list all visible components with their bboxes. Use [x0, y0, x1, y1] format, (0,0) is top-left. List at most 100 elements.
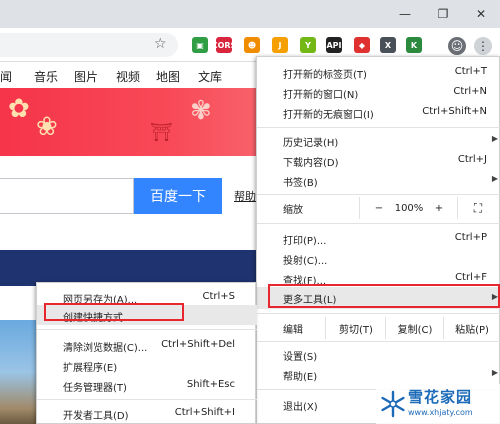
menu-item-label: 打开新的标签页(T): [283, 70, 367, 81]
title-bar: — ❐ ✕: [0, 0, 500, 28]
nav-map[interactable]: 地图: [156, 68, 180, 85]
extension-j-icon[interactable]: J: [272, 37, 288, 53]
extension-cat-icon[interactable]: ☻: [244, 37, 260, 53]
bookmark-star-icon[interactable]: ☆: [154, 36, 167, 52]
flower-decoration-icon: ✾: [190, 96, 212, 126]
menu-item-settings[interactable]: 设置(S): [257, 345, 500, 365]
minimize-button[interactable]: —: [386, 0, 424, 28]
menu-item-bookmarks[interactable]: 书签(B) ▶: [257, 171, 500, 191]
menu-item-print[interactable]: 打印(P)... Ctrl+P: [257, 229, 500, 249]
zoom-row: 缩放 − 100% + ⛶: [257, 197, 500, 219]
menu-item-label: 书签(B): [283, 178, 318, 189]
watermark-title: 雪花家园: [408, 388, 473, 406]
menu-item-label: 设置(S): [283, 352, 318, 363]
menu-item-downloads[interactable]: 下载内容(D) Ctrl+J: [257, 151, 500, 171]
menu-item-help[interactable]: 帮助(E) ▶: [257, 365, 500, 385]
nav-images[interactable]: 图片: [74, 68, 98, 85]
menu-separator: [257, 127, 500, 128]
menu-item-shortcut: Ctrl+S: [202, 291, 235, 302]
menu-item-history[interactable]: 历史记录(H) ▶: [257, 131, 500, 151]
dark-band: [0, 250, 290, 286]
menu-item-label: 打开新的无痕窗口(I): [283, 110, 374, 121]
menu-item-incognito[interactable]: 打开新的无痕窗口(I) Ctrl+Shift+N: [257, 103, 500, 123]
menu-item-label: 历史记录(H): [283, 138, 339, 149]
menu-separator: [257, 223, 500, 224]
help-link[interactable]: 帮助: [234, 188, 256, 204]
close-window-button[interactable]: ✕: [462, 0, 500, 28]
highlight-more-tools: [268, 284, 500, 308]
zoom-in-button[interactable]: +: [429, 197, 449, 219]
snowflake-logo-icon: [381, 390, 405, 418]
flower-decoration-icon: ❀: [36, 112, 58, 142]
submenu-item-extensions[interactable]: 扩展程序(E): [37, 355, 257, 375]
fullscreen-icon[interactable]: ⛶: [463, 197, 493, 219]
nav-video[interactable]: 视频: [116, 68, 140, 85]
menu-item-cast[interactable]: 投射(C)...: [257, 249, 500, 269]
menu-item-shortcut: Shift+Esc: [186, 379, 235, 390]
cut-button[interactable]: 剪切(T): [327, 317, 385, 339]
divider: [325, 317, 326, 339]
zoom-out-button[interactable]: −: [369, 197, 389, 219]
edit-label: 编辑: [283, 324, 303, 336]
restore-button[interactable]: ❐: [424, 0, 462, 28]
flower-decoration-icon: ✿: [8, 94, 30, 124]
extension-cors-icon[interactable]: CORS: [212, 37, 236, 53]
menu-item-shortcut: Ctrl+T: [454, 66, 487, 77]
extension-y-icon[interactable]: Y: [300, 37, 316, 53]
menu-item-shortcut: Ctrl+N: [453, 86, 487, 97]
divider: [385, 317, 386, 339]
submenu-item-clear-data[interactable]: 清除浏览数据(C)... Ctrl+Shift+Del: [37, 335, 257, 355]
extension-x-icon[interactable]: X: [380, 37, 396, 53]
menu-item-label: 帮助(E): [283, 372, 318, 383]
menu-separator: [257, 313, 500, 314]
menu-item-shortcut: Ctrl+Shift+Del: [161, 339, 235, 350]
divider: [443, 317, 444, 339]
highlight-create-shortcut: [44, 303, 184, 321]
menu-separator: [37, 329, 257, 330]
menu-item-new-window[interactable]: 打开新的窗口(N) Ctrl+N: [257, 83, 500, 103]
pavilion-decoration-icon: ⛩: [150, 122, 173, 143]
submenu-arrow-icon: ▶: [491, 368, 498, 377]
copy-button[interactable]: 复制(C): [387, 317, 443, 339]
nav-music[interactable]: 音乐: [34, 68, 58, 85]
menu-item-shortcut: Ctrl+Shift+N: [422, 106, 487, 117]
extension-api-icon[interactable]: API: [326, 37, 342, 53]
menu-separator: [257, 341, 500, 342]
submenu-arrow-icon: ▶: [491, 174, 498, 183]
menu-kebab-icon[interactable]: ⋮: [474, 37, 492, 55]
menu-item-label: 任务管理器(T): [63, 383, 127, 394]
watermark-url: www.xhjaty.com: [408, 408, 473, 417]
menu-separator: [257, 194, 500, 195]
extension-flame-icon[interactable]: ◆: [354, 37, 370, 53]
menu-item-label: 扩展程序(E): [63, 363, 118, 374]
submenu-item-dev-tools[interactable]: 开发者工具(D) Ctrl+Shift+I: [37, 403, 257, 423]
chrome-main-menu: 打开新的标签页(T) Ctrl+T 打开新的窗口(N) Ctrl+N 打开新的无…: [256, 56, 500, 424]
search-input[interactable]: [0, 178, 134, 214]
menu-item-label: 退出(X): [283, 402, 318, 413]
divider: [359, 197, 360, 219]
nav-news[interactable]: 闻: [0, 68, 12, 85]
festival-banner: ✿ ❀ ✾ ⛩: [0, 88, 290, 156]
menu-item-shortcut: Ctrl+P: [454, 232, 487, 243]
divider: [457, 197, 458, 219]
menu-item-label: 下载内容(D): [283, 158, 339, 169]
menu-item-shortcut: Ctrl+J: [457, 154, 487, 165]
profile-icon[interactable]: ☺: [448, 37, 466, 55]
submenu-arrow-icon: ▶: [491, 134, 498, 143]
zoom-level: 100%: [394, 202, 424, 214]
extension-k-icon[interactable]: K: [406, 37, 422, 53]
menu-item-label: 打开新的窗口(N): [283, 90, 359, 101]
extension-green-icon[interactable]: ▣: [192, 37, 208, 53]
submenu-item-task-manager[interactable]: 任务管理器(T) Shift+Esc: [37, 375, 257, 395]
menu-item-label: 清除浏览数据(C)...: [63, 343, 148, 354]
search-button[interactable]: 百度一下: [134, 178, 222, 214]
menu-item-shortcut: Ctrl+Shift+I: [174, 407, 235, 418]
nav-library[interactable]: 文库: [198, 68, 222, 85]
menu-item-shortcut: Ctrl+F: [455, 272, 487, 283]
menu-item-new-tab[interactable]: 打开新的标签页(T) Ctrl+T: [257, 63, 500, 83]
address-bar[interactable]: [0, 33, 178, 57]
landscape-photo: [0, 320, 40, 424]
menu-separator: [37, 399, 257, 400]
zoom-label: 缩放: [283, 204, 303, 216]
paste-button[interactable]: 粘贴(P): [445, 317, 499, 339]
